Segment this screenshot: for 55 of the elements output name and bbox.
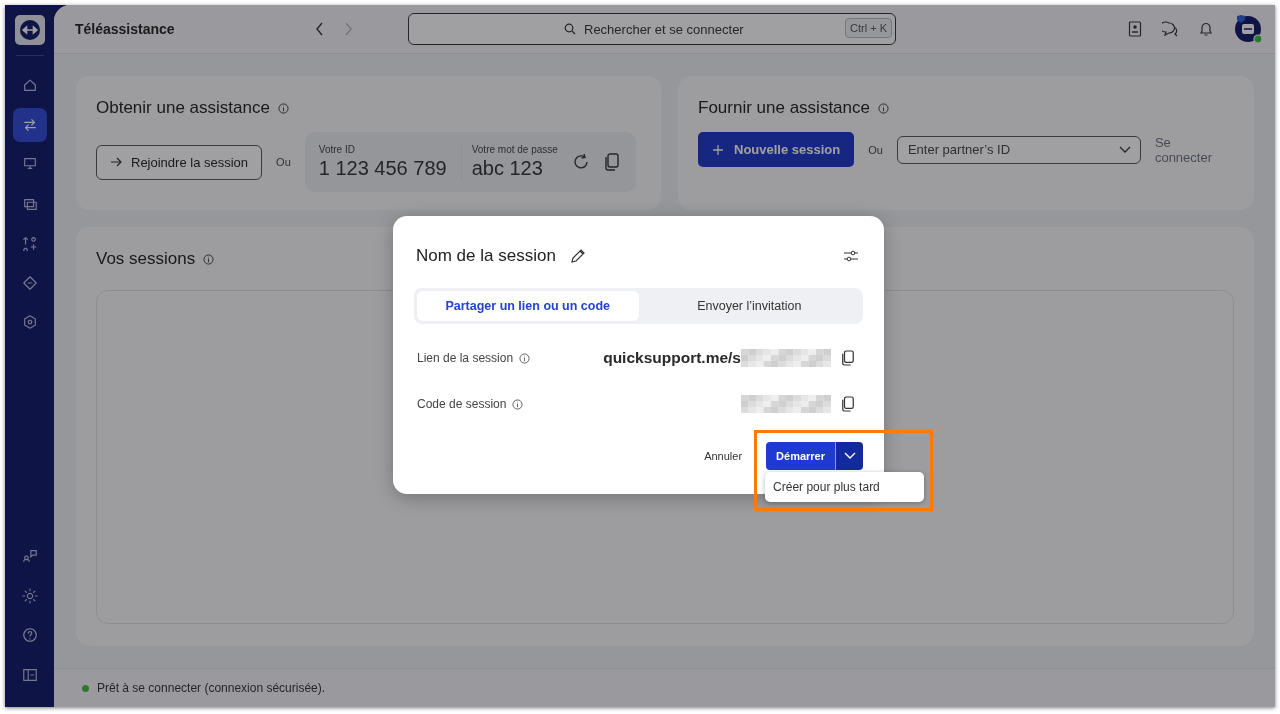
info-icon[interactable] xyxy=(203,253,215,265)
sliders-icon[interactable] xyxy=(843,249,859,263)
info-icon[interactable] xyxy=(878,102,889,114)
card-title: Vos sessions xyxy=(96,249,196,269)
status-text: Prêt à se connecter (connexion sécurisée). xyxy=(97,681,326,695)
join-session-button[interactable]: Rejoindre la session xyxy=(96,144,263,180)
chat-icon[interactable] xyxy=(1162,21,1179,37)
copy-icon[interactable] xyxy=(841,396,855,412)
pencil-icon[interactable] xyxy=(569,248,586,264)
or-label: Ou xyxy=(276,156,291,168)
info-icon[interactable] xyxy=(512,398,524,410)
chevron-down-icon xyxy=(843,452,856,460)
sidebar-nav-item[interactable] xyxy=(12,107,47,142)
hexagon-icon xyxy=(21,314,38,330)
window-title: Téléassistance xyxy=(75,21,176,37)
plus-icon xyxy=(712,143,724,156)
contacts-book-icon[interactable] xyxy=(1128,21,1142,37)
chevron-left-icon xyxy=(315,22,325,36)
status-dot xyxy=(82,684,89,692)
help-icon xyxy=(21,627,38,643)
or-label: Ou xyxy=(868,143,883,156)
id-value: 1 123 456 789 xyxy=(318,157,447,180)
info-icon[interactable] xyxy=(277,102,289,114)
notification-bell-icon[interactable] xyxy=(1199,21,1213,37)
card-title: Obtenir une assistance xyxy=(96,98,270,118)
collapse-panel-icon xyxy=(21,666,38,683)
arrow-right-icon xyxy=(110,157,122,167)
swap-arrows-icon xyxy=(21,116,38,133)
dialog-title: Nom de la session xyxy=(416,246,556,266)
new-session-button[interactable]: Nouvelle session xyxy=(698,132,855,167)
field-label: Votre ID xyxy=(318,144,356,155)
refresh-icon[interactable] xyxy=(571,153,590,171)
start-button[interactable]: Démarrer xyxy=(766,442,836,470)
tab[interactable]: Partager un lien ou un code xyxy=(417,291,639,321)
cancel-button[interactable]: Annuler xyxy=(698,449,749,463)
info-icon[interactable] xyxy=(519,352,531,364)
field-label: Code de session xyxy=(417,397,507,411)
partner-id-field[interactable]: Enter partner’s ID xyxy=(896,135,1141,164)
copy-icon[interactable] xyxy=(841,350,855,366)
password-value: abc 123 xyxy=(471,157,544,180)
people-chat-icon xyxy=(21,548,38,564)
start-options-button[interactable] xyxy=(836,442,863,470)
menu-item[interactable]: Créer pour plus tard xyxy=(765,475,925,499)
shortcut-badge: Ctrl + K xyxy=(845,18,892,38)
chevron-right-icon xyxy=(343,22,353,36)
field-label: Lien de la session xyxy=(417,351,514,365)
tab[interactable]: Envoyer l’invitation xyxy=(638,291,860,321)
field-label: Votre mot de passe xyxy=(471,144,558,155)
avatar-icon[interactable] xyxy=(1233,14,1263,44)
chevron-down-icon xyxy=(1118,145,1131,154)
app-logo-icon xyxy=(14,15,45,45)
home-icon xyxy=(21,77,38,93)
monitor-icon xyxy=(21,156,38,172)
search-icon xyxy=(564,23,576,35)
card-title: Fournir une assistance xyxy=(698,98,870,118)
